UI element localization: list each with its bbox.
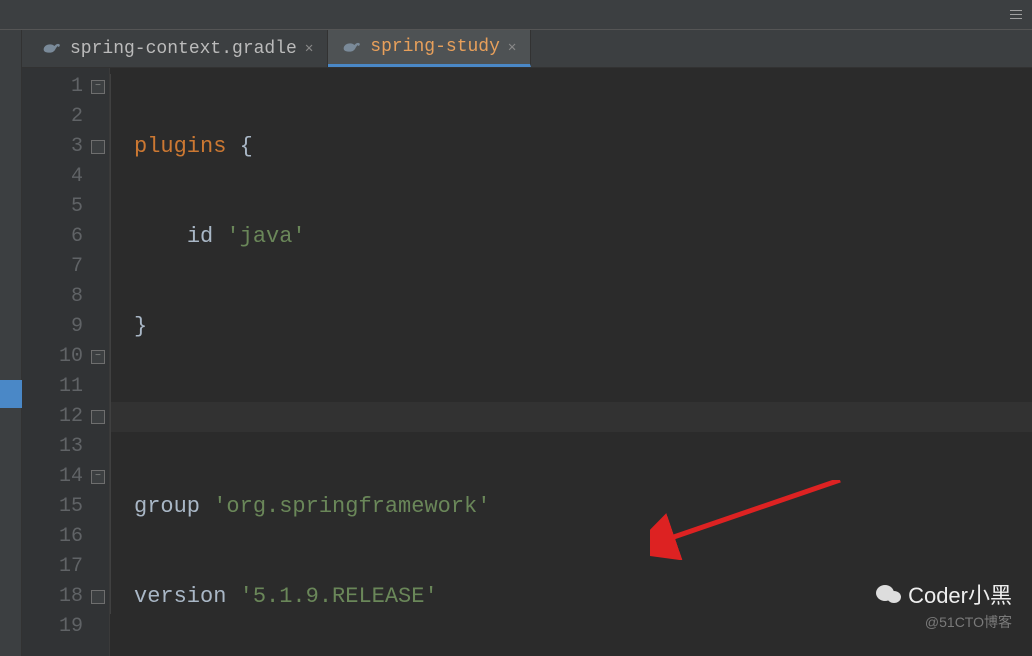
fold-minus-icon[interactable]: − <box>91 350 105 364</box>
tab-label: spring-context.gradle <box>70 39 297 59</box>
line-number: 9 <box>22 312 109 342</box>
close-icon[interactable]: ✕ <box>508 39 516 56</box>
fold-end-icon[interactable] <box>91 410 105 424</box>
line-number: 14− <box>22 462 109 492</box>
editor-tab-bar: spring-context.gradle ✕ spring-study ✕ <box>0 30 1032 68</box>
line-number: 16 <box>22 522 109 552</box>
code-line: group 'org.springframework' <box>110 492 1032 522</box>
line-number: 10− <box>22 342 109 372</box>
watermark-title: Coder小黑 <box>908 578 1012 610</box>
line-number: 17 <box>22 552 109 582</box>
line-number: 6 <box>22 222 109 252</box>
line-number: 12 <box>22 402 109 432</box>
watermark-sub: @51CTO博客 <box>876 612 1012 632</box>
gradle-icon <box>42 41 62 57</box>
fold-end-icon[interactable] <box>91 590 105 604</box>
line-number: 19 <box>22 612 109 642</box>
tool-window-active-mark <box>0 380 22 408</box>
line-number-gutter: 1− 2 3 4 5 6 7 8 9 10− 11 12 13 14− 15 1… <box>22 68 110 656</box>
tab-spring-study[interactable]: spring-study ✕ <box>328 30 531 67</box>
line-number: 15 <box>22 492 109 522</box>
watermark: Coder小黑 @51CTO博客 <box>876 578 1012 632</box>
options-menu-icon[interactable] <box>1008 6 1024 22</box>
line-number: 13 <box>22 432 109 462</box>
wechat-icon <box>876 583 902 605</box>
code-line: plugins { <box>110 132 1032 162</box>
line-number: 3 <box>22 132 109 162</box>
code-area[interactable]: plugins { id 'java' } group 'org.springf… <box>110 68 1032 656</box>
code-line: } <box>110 312 1032 342</box>
breadcrumb-bar <box>0 0 1032 30</box>
gradle-icon <box>342 39 362 55</box>
tab-spring-context-gradle[interactable]: spring-context.gradle ✕ <box>28 30 328 67</box>
line-number: 5 <box>22 192 109 222</box>
line-number: 4 <box>22 162 109 192</box>
line-number: 7 <box>22 252 109 282</box>
line-number: 11 <box>22 372 109 402</box>
indent-guide <box>110 74 111 614</box>
code-editor[interactable]: 1− 2 3 4 5 6 7 8 9 10− 11 12 13 14− 15 1… <box>22 68 1032 656</box>
fold-minus-icon[interactable]: − <box>91 80 105 94</box>
tool-window-bar-left <box>0 30 22 656</box>
line-number: 8 <box>22 282 109 312</box>
fold-end-icon[interactable] <box>91 140 105 154</box>
tab-label: spring-study <box>370 37 500 57</box>
line-number: 2 <box>22 102 109 132</box>
fold-minus-icon[interactable]: − <box>91 470 105 484</box>
code-line <box>110 402 1032 432</box>
line-number: 1− <box>22 72 109 102</box>
close-icon[interactable]: ✕ <box>305 40 313 57</box>
code-line: id 'java' <box>110 222 1032 252</box>
line-number: 18 <box>22 582 109 612</box>
